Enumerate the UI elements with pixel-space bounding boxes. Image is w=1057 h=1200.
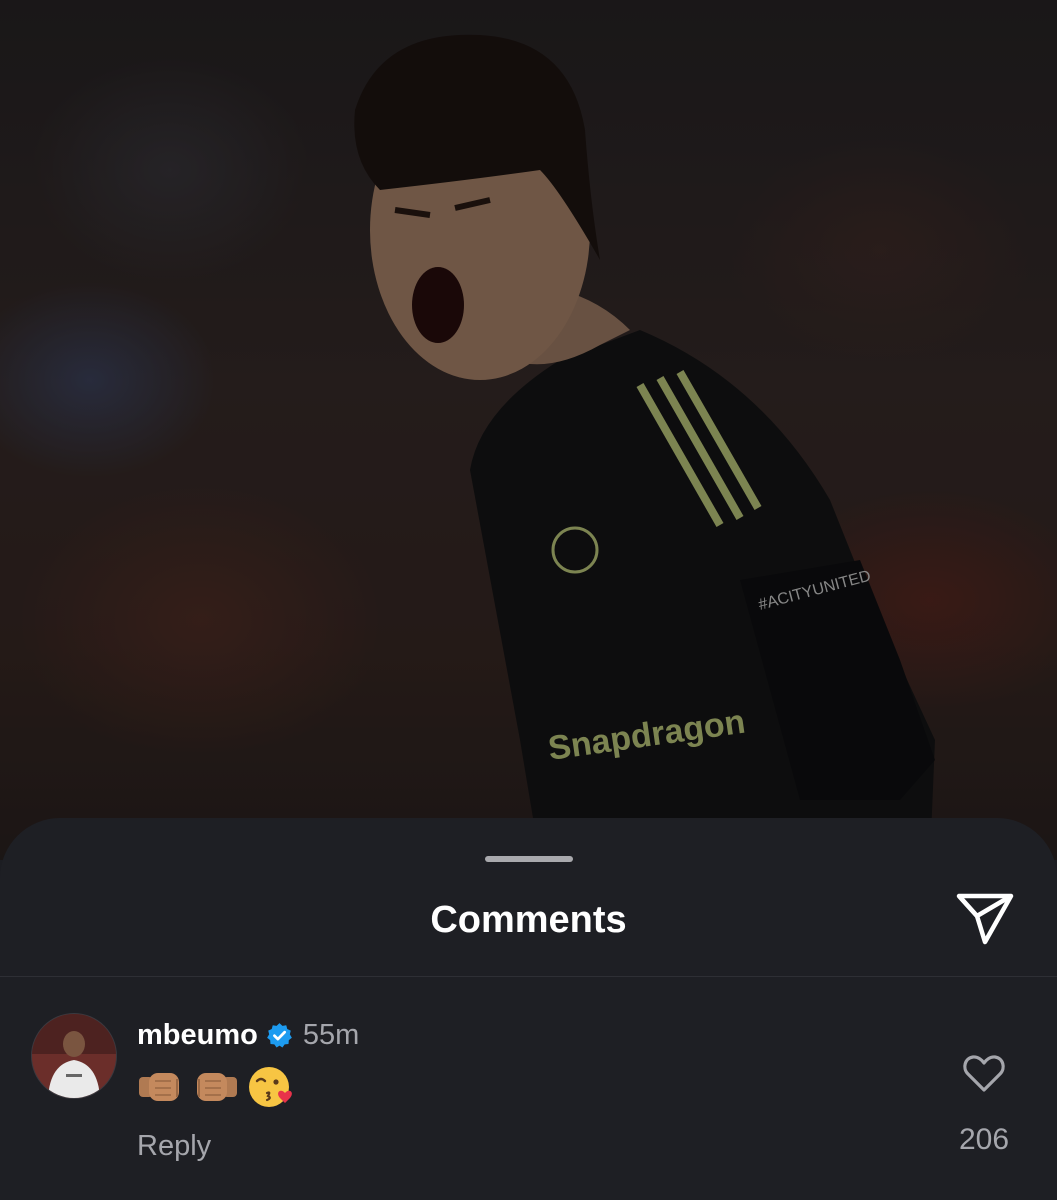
like-count: 206	[958, 1123, 1010, 1156]
reply-button[interactable]: Reply	[137, 1128, 211, 1164]
send-icon[interactable]	[953, 890, 1017, 948]
avatar[interactable]	[32, 1014, 116, 1098]
sheet-grabber[interactable]	[485, 856, 573, 862]
post-photo: Snapdragon #ACITYUNITED	[0, 0, 1057, 860]
fist-bump-left-emoji	[139, 1073, 179, 1101]
comment-username[interactable]: mbeumo	[137, 1019, 258, 1052]
comment-time: 55m	[302, 1018, 360, 1051]
sheet-title: Comments	[430, 899, 627, 941]
heart-outline-icon[interactable]	[962, 1054, 1006, 1094]
fist-bump-right-emoji	[197, 1073, 237, 1101]
comment-header: mbeumo 55m	[137, 1016, 359, 1054]
screen: Snapdragon #ACITYUNITED Comments	[0, 0, 1057, 1200]
sheet-divider	[0, 976, 1057, 977]
comments-sheet: Comments mbeumo 55m Reply 206	[0, 818, 1057, 1200]
verified-badge-icon	[266, 1022, 292, 1048]
kissing-face-with-heart-emoji	[249, 1067, 292, 1107]
comment-text	[137, 1063, 295, 1111]
post-image-background: Snapdragon #ACITYUNITED	[0, 0, 1057, 860]
dim-overlay	[0, 0, 1057, 860]
